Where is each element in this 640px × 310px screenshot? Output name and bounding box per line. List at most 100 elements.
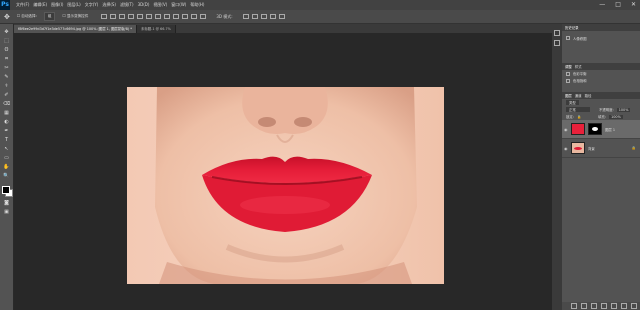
tab-current-document[interactable]: f8f6ee2e99d3d7f1e3de577c6694.jpg @ 100% … — [14, 25, 137, 33]
tab-adjustments[interactable]: 调整 — [565, 64, 572, 69]
history-row-label: 人像修图 — [573, 36, 587, 41]
3d-pan-icon[interactable] — [260, 14, 267, 19]
distribute-middle-icon[interactable] — [164, 14, 171, 19]
visibility-eye-icon[interactable]: ◉ — [564, 127, 568, 132]
color-swatches[interactable] — [1, 185, 13, 197]
history-row[interactable]: 人像修图 — [562, 31, 640, 45]
layer-row[interactable]: ◉ 图层 1 — [562, 120, 640, 139]
3d-mode-buttons — [242, 14, 285, 19]
new-layer-icon[interactable] — [621, 303, 627, 309]
3d-slide-icon[interactable] — [269, 14, 276, 19]
add-mask-icon[interactable] — [591, 303, 597, 309]
crop-tool-icon[interactable]: ⌗ — [3, 55, 11, 62]
align-center-icon[interactable] — [137, 14, 144, 19]
maximize-button[interactable]: □ — [615, 1, 621, 8]
menu-help[interactable]: 帮助(H) — [190, 2, 204, 8]
brush-tool-icon[interactable]: ⚕ — [3, 82, 11, 89]
new-group-icon[interactable] — [611, 303, 617, 309]
tab-paths[interactable]: 路径 — [585, 93, 592, 98]
menu-view[interactable]: 视图(V) — [153, 2, 167, 8]
window-controls: — □ ✕ — [599, 1, 636, 8]
menu-window[interactable]: 窗口(W) — [171, 2, 186, 8]
tab-layers[interactable]: 图层 — [565, 93, 572, 98]
move-tool-icon[interactable]: ✥ — [3, 28, 11, 35]
fill-input[interactable]: 100% — [609, 114, 623, 119]
align-top-icon[interactable] — [101, 14, 108, 19]
path-selection-tool-icon[interactable]: ↖ — [3, 145, 11, 152]
dodge-tool-icon[interactable]: ◐ — [3, 118, 11, 125]
lasso-tool-icon[interactable]: ʘ — [3, 46, 11, 53]
marquee-tool-icon[interactable]: ⬚ — [3, 37, 11, 44]
move-icon[interactable]: ✥ — [4, 13, 10, 21]
tab-history[interactable]: 历史记录 — [565, 25, 579, 30]
lock-icon[interactable]: 🔒 — [577, 115, 581, 119]
history-panel-icon[interactable] — [554, 30, 560, 36]
menu-edit[interactable]: 编辑(E) — [33, 2, 47, 8]
menu-file[interactable]: 文件(F) — [16, 2, 29, 8]
distribute-right-icon[interactable] — [200, 14, 207, 19]
distribute-center-icon[interactable] — [191, 14, 198, 19]
3d-roll-icon[interactable] — [251, 14, 258, 19]
rectangle-tool-icon[interactable]: ▭ — [3, 154, 11, 161]
adjustments-panel-header: 调整 样式 — [562, 63, 640, 70]
show-transform-checkbox[interactable]: ☐ 显示变换控件 — [59, 13, 91, 20]
link-layers-icon[interactable] — [571, 303, 577, 309]
healing-brush-tool-icon[interactable]: ✎ — [3, 73, 11, 80]
tab-styles[interactable]: 样式 — [575, 64, 582, 69]
distribute-bottom-icon[interactable] — [173, 14, 180, 19]
align-right-icon[interactable] — [146, 14, 153, 19]
document-image[interactable] — [127, 87, 444, 284]
menu-filter[interactable]: 滤镜(T) — [120, 2, 134, 8]
menu-select[interactable]: 选择(S) — [102, 2, 116, 8]
visibility-eye-icon[interactable]: ◉ — [564, 146, 568, 151]
3d-mode-label: 3D 模式: — [216, 13, 233, 19]
3d-scale-icon[interactable] — [278, 14, 285, 19]
menu-type[interactable]: 文字(Y) — [85, 2, 99, 8]
align-left-icon[interactable] — [128, 14, 135, 19]
pen-tool-icon[interactable]: ✒ — [3, 127, 11, 134]
layer-row[interactable]: ◉ 背景 🔒 — [562, 139, 640, 158]
type-tool-icon[interactable]: T — [3, 136, 11, 143]
adjustment-item[interactable]: 色彩平衡 — [562, 70, 640, 77]
align-middle-icon[interactable] — [110, 14, 117, 19]
layer-name[interactable]: 背景 — [588, 146, 595, 151]
menu-image[interactable]: 图像(I) — [51, 2, 63, 8]
screen-mode-icon[interactable]: ▣ — [3, 208, 11, 215]
eyedropper-tool-icon[interactable]: ✂ — [3, 64, 11, 71]
opacity-input[interactable]: 100% — [616, 107, 631, 112]
gradient-tool-icon[interactable]: ▦ — [3, 109, 11, 116]
blend-mode-dropdown[interactable]: 正常 — [566, 107, 590, 112]
align-bottom-icon[interactable] — [119, 14, 126, 19]
properties-panel-icon[interactable] — [554, 40, 560, 46]
quick-mask-icon[interactable]: ◙ — [3, 199, 11, 206]
zoom-tool-icon[interactable]: 🔍 — [3, 172, 11, 179]
history-state-icon — [566, 36, 570, 40]
close-button[interactable]: ✕ — [631, 1, 636, 8]
adjustment-icon — [566, 71, 570, 76]
main-menu: 文件(F) 编辑(E) 图像(I) 图层(L) 文字(Y) 选择(S) 滤镜(T… — [16, 2, 204, 8]
distribute-left-icon[interactable] — [182, 14, 189, 19]
hand-tool-icon[interactable]: ✋ — [3, 163, 11, 170]
adjustment-layer-icon[interactable] — [601, 303, 607, 309]
auto-select-dropdown[interactable]: 组 — [43, 12, 56, 21]
clone-stamp-tool-icon[interactable]: ✐ — [3, 91, 11, 98]
menu-3d[interactable]: 3D(D) — [138, 2, 150, 8]
menu-layer[interactable]: 图层(L) — [67, 2, 80, 8]
tab-untitled-document[interactable]: 未标题-1 @ 66.7% — [136, 25, 176, 33]
distribute-top-icon[interactable] — [155, 14, 162, 19]
minimize-button[interactable]: — — [599, 1, 605, 8]
trash-icon[interactable] — [631, 303, 637, 309]
adjustment-item[interactable]: 色相饱和 — [562, 77, 640, 84]
auto-select-checkbox[interactable]: ☐ 自动选择: — [14, 13, 40, 20]
eraser-tool-icon[interactable]: ⌫ — [3, 100, 11, 107]
kind-filter-dropdown[interactable]: 类型 — [566, 100, 579, 105]
3d-rotate-icon[interactable] — [242, 14, 249, 19]
layer-style-icon[interactable] — [581, 303, 587, 309]
layer-mask-thumbnail[interactable] — [588, 123, 602, 135]
foreground-color-swatch[interactable] — [1, 186, 10, 194]
lock-row: 锁定: 🔒 填充: 100% — [562, 113, 640, 120]
tab-channels[interactable]: 通道 — [575, 93, 582, 98]
layer-name[interactable]: 图层 1 — [605, 127, 615, 132]
adjustment-item-label: 色彩平衡 — [573, 72, 587, 76]
adjustment-icon — [566, 78, 570, 83]
